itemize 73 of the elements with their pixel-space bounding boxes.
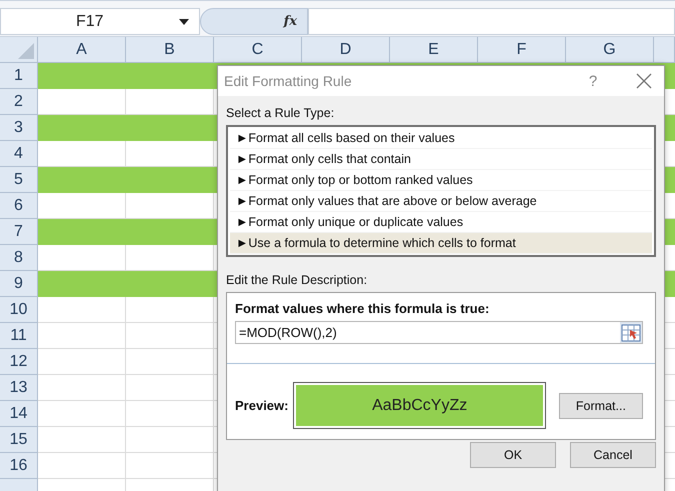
column-header[interactable]: A	[38, 37, 126, 63]
formula-label: Format values where this formula is true:	[235, 301, 490, 316]
column-header[interactable]: C	[214, 37, 302, 63]
cell[interactable]	[38, 115, 126, 141]
cell[interactable]	[126, 271, 214, 297]
row-header[interactable]: 5	[0, 167, 38, 193]
cell[interactable]	[126, 427, 214, 453]
cell[interactable]	[126, 349, 214, 375]
cell[interactable]	[38, 401, 126, 427]
row-header[interactable]: 11	[0, 323, 38, 349]
row-header[interactable]: 14	[0, 401, 38, 427]
cell[interactable]	[38, 349, 126, 375]
window-title: Edit Formatting Rule	[224, 73, 352, 89]
cell[interactable]	[126, 453, 214, 479]
range-picker-button[interactable]	[620, 322, 642, 343]
name-box[interactable]: F17	[0, 8, 200, 35]
row-header[interactable]: 1	[0, 63, 38, 89]
cell[interactable]	[38, 167, 126, 193]
range-picker-icon	[621, 324, 641, 342]
cell[interactable]	[126, 167, 214, 193]
rule-type-item[interactable]: ►Use a formula to determine which cells to format	[230, 233, 652, 254]
row-header[interactable]: 8	[0, 245, 38, 271]
formula-bar-grip[interactable]: fx	[200, 8, 308, 35]
cancel-button[interactable]: Cancel	[570, 442, 656, 468]
cell[interactable]	[126, 219, 214, 245]
column-header[interactable]: F	[478, 37, 566, 63]
insert-function-button[interactable]: fx	[284, 14, 297, 29]
column-header[interactable]: G	[566, 37, 654, 63]
column-header[interactable]: D	[302, 37, 390, 63]
column-header[interactable]: B	[126, 37, 214, 63]
cell[interactable]	[126, 63, 214, 89]
cell[interactable]	[126, 323, 214, 349]
row-header[interactable]: 15	[0, 427, 38, 453]
formula-field[interactable]: =MOD(ROW(),2)	[235, 321, 643, 344]
ok-button[interactable]: OK	[470, 442, 556, 468]
cell[interactable]	[38, 323, 126, 349]
section-label: Edit the Rule Description:	[226, 272, 368, 289]
cell[interactable]	[38, 63, 126, 89]
row-header[interactable]: 16	[0, 453, 38, 479]
cell[interactable]	[126, 115, 214, 141]
row-header[interactable]: 6	[0, 193, 38, 219]
help-button[interactable]: ?	[578, 72, 608, 90]
close-icon	[636, 73, 652, 89]
column-header[interactable]: E	[390, 37, 478, 63]
rule-type-item[interactable]: ►Format all cells based on their values	[230, 128, 652, 149]
corner-triangle-icon	[18, 43, 34, 59]
cell[interactable]	[38, 297, 126, 323]
cell[interactable]	[38, 427, 126, 453]
formula-input[interactable]	[308, 8, 675, 35]
row-header[interactable]: 12	[0, 349, 38, 375]
cell[interactable]	[38, 219, 126, 245]
rule-type-item[interactable]: ►Format only cells that contain	[230, 149, 652, 170]
row-header[interactable]: 7	[0, 219, 38, 245]
cell[interactable]	[126, 375, 214, 401]
rule-type-item[interactable]: ►Format only top or bottom ranked values	[230, 170, 652, 191]
preview-sample: AaBbCcYyZz	[293, 382, 546, 429]
row-header[interactable]: 9	[0, 271, 38, 297]
cell[interactable]	[38, 375, 126, 401]
row-header[interactable]: 10	[0, 297, 38, 323]
format-button[interactable]: Format...	[558, 392, 643, 418]
row-header[interactable]: 4	[0, 141, 38, 167]
row-header[interactable]: 13	[0, 375, 38, 401]
dropdown-caret-icon[interactable]	[179, 18, 189, 24]
select-all-corner[interactable]	[0, 37, 38, 63]
cell[interactable]	[126, 401, 214, 427]
cell[interactable]	[38, 271, 126, 297]
cell[interactable]	[38, 453, 126, 479]
rule-type-item[interactable]: ►Format only values that are above or below average	[230, 191, 652, 212]
preview-label: Preview:	[235, 398, 290, 413]
row-header[interactable]: 2	[0, 89, 38, 115]
section-label: Select a Rule Type:	[226, 105, 336, 122]
row-header[interactable]: 3	[0, 115, 38, 141]
cell[interactable]	[126, 297, 214, 323]
